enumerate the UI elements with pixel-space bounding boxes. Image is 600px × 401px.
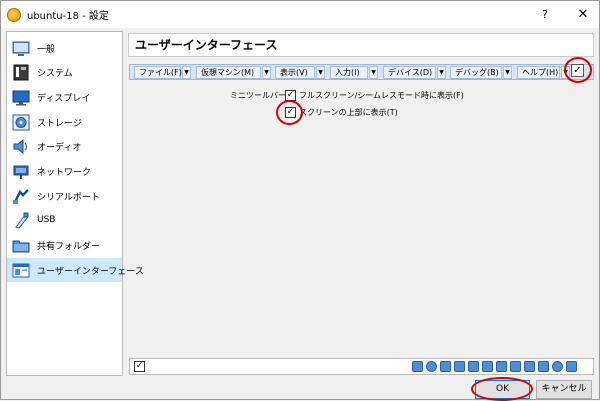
close-button[interactable]: ✕ <box>573 6 593 24</box>
sidebar-item-label: ネットワーク <box>37 167 92 178</box>
mini-toolbar-label: ミニツールバー: <box>230 91 289 100</box>
chevron-down-icon[interactable]: ▼ <box>316 66 325 79</box>
annotation-circle <box>276 100 303 125</box>
menu-devices[interactable]: デバイス(D) <box>383 66 436 79</box>
display-icon <box>12 90 30 105</box>
menubar-editor: ファイル(F) ▼ 仮想マシン(M) ▼ 表示(V) ▼ 入力(I) ▼ デバイ… <box>129 64 594 80</box>
floppy-icon[interactable] <box>440 361 451 372</box>
show-at-top-label[interactable]: スクリーンの上部に表示(T) <box>299 107 398 118</box>
shared-folder-icon[interactable] <box>496 361 507 372</box>
page-title: ユーザーインターフェース <box>128 33 594 57</box>
cancel-button[interactable]: キャンセル <box>536 380 592 399</box>
sidebar-item-label: オーディオ <box>37 142 82 153</box>
window-title: ubuntu-18 - 設定 <box>27 11 109 22</box>
sidebar-item-user-interface[interactable]: ユーザーインターフェース <box>7 258 144 282</box>
audio-icon <box>13 138 27 154</box>
serial-port-icon <box>13 188 29 204</box>
sidebar-item-audio[interactable]: オーディオ <box>7 134 122 158</box>
help-button[interactable]: ? <box>535 7 555 23</box>
audio-icon[interactable] <box>454 361 465 372</box>
menu-view[interactable]: 表示(V) <box>275 66 315 79</box>
menu-debug[interactable]: デバッグ(B) <box>450 66 502 79</box>
sidebar-item-system[interactable]: システム <box>7 60 122 84</box>
vt-x-icon[interactable] <box>538 361 549 372</box>
sidebar-item-label: 共有フォルダー <box>37 241 101 252</box>
chevron-down-icon[interactable]: ▼ <box>369 66 378 79</box>
settings-sidebar: 一般 システム ディスプレイ ストレージ オーディオ ネットワーク シリアルポー… <box>6 31 144 376</box>
sidebar-item-label: ストレージ <box>37 118 82 129</box>
sidebar-item-display[interactable]: ディスプレイ <box>7 85 122 109</box>
user-interface-icon <box>12 263 30 277</box>
sidebar-item-label: 一般 <box>37 44 56 55</box>
menu-input[interactable]: 入力(I) <box>330 66 368 79</box>
settings-window: ubuntu-18 - 設定 ? ✕ 一般 システム ディスプレイ ストレージ … <box>0 0 600 401</box>
statusbar-enabled-checkbox[interactable]: ✓ <box>134 361 145 372</box>
mouse-icon[interactable] <box>552 361 563 372</box>
sidebar-item-label: ディスプレイ <box>37 93 91 104</box>
hard-disk-icon[interactable] <box>412 361 423 372</box>
chevron-down-icon[interactable]: ▼ <box>503 66 512 79</box>
sidebar-item-label: USB <box>37 215 56 225</box>
system-icon <box>13 64 29 80</box>
sidebar-item-label: シリアルポート <box>37 192 100 203</box>
sidebar-item-serial-port[interactable]: シリアルポート <box>7 184 122 208</box>
menu-help[interactable]: ヘルプ(H) <box>517 66 560 79</box>
storage-icon <box>12 114 30 130</box>
statusbar-editor: ✓ <box>129 358 594 375</box>
sidebar-item-label: ユーザーインターフェース <box>37 266 144 277</box>
sidebar-item-shared-folders[interactable]: 共有フォルダー <box>7 233 122 257</box>
fullscreen-show-label[interactable]: フルスクリーン/シームレスモード時に表示(F) <box>299 90 464 101</box>
optical-drive-icon[interactable] <box>426 361 437 372</box>
chevron-down-icon[interactable]: ▼ <box>182 66 191 79</box>
recording-icon[interactable] <box>524 361 535 372</box>
chevron-down-icon[interactable]: ▼ <box>437 66 446 79</box>
sidebar-item-storage[interactable]: ストレージ <box>7 110 122 134</box>
general-icon <box>12 41 30 56</box>
menu-machine[interactable]: 仮想マシン(M) <box>196 66 261 79</box>
keyboard-icon[interactable] <box>566 361 577 372</box>
sidebar-item-network[interactable]: ネットワーク <box>7 159 122 183</box>
annotation-circle <box>564 57 592 83</box>
chevron-down-icon[interactable]: ▼ <box>262 66 271 79</box>
virtualbox-icon <box>7 7 21 22</box>
title-bar: ubuntu-18 - 設定 ? ✕ <box>1 1 599 28</box>
usb-icon[interactable] <box>482 361 493 372</box>
sidebar-item-usb[interactable]: USB <box>7 208 122 232</box>
sidebar-item-general[interactable]: 一般 <box>7 36 122 60</box>
network-icon[interactable] <box>468 361 479 372</box>
shared-folder-icon <box>12 240 30 252</box>
display-icon[interactable] <box>510 361 521 372</box>
annotation-circle <box>471 377 533 401</box>
sidebar-item-label: システム <box>37 68 73 79</box>
network-icon <box>13 165 29 179</box>
menu-file[interactable]: ファイル(F) <box>134 66 182 79</box>
usb-icon <box>15 212 29 229</box>
